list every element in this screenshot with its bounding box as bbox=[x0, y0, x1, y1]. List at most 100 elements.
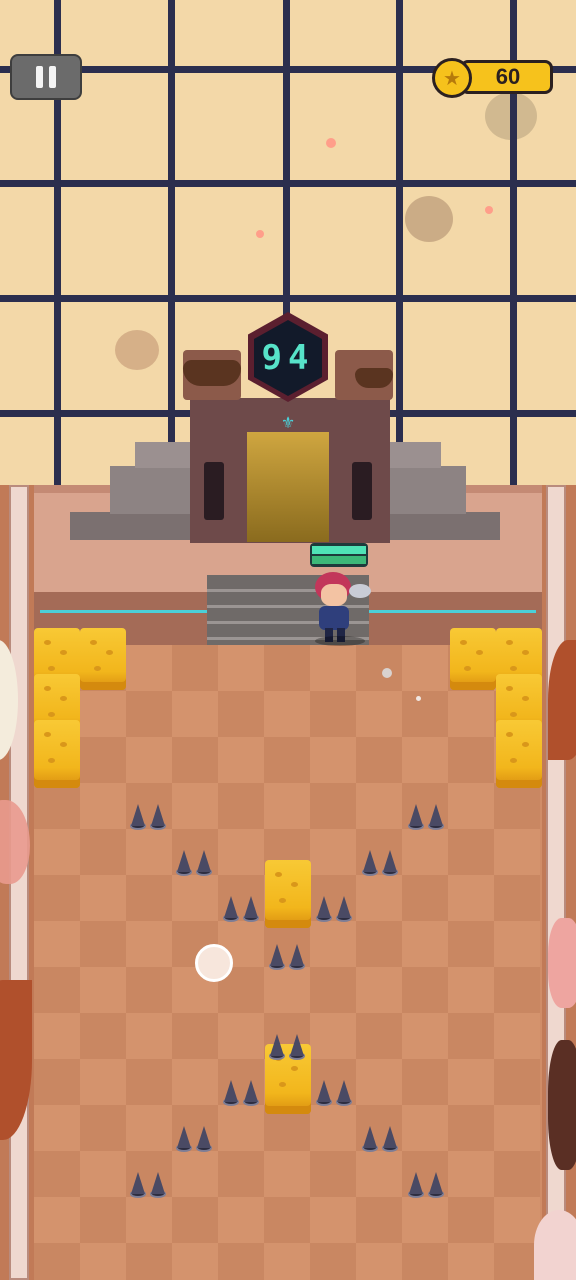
pause-button[interactable] bbox=[10, 54, 82, 100]
spike bbox=[429, 1172, 443, 1194]
floor-tile bbox=[126, 737, 172, 783]
spike bbox=[383, 850, 397, 872]
joystick-thumb[interactable] bbox=[195, 944, 233, 982]
spike bbox=[290, 944, 304, 966]
floor-tile bbox=[356, 921, 402, 967]
floor-tile bbox=[264, 1197, 310, 1243]
floor-tile bbox=[126, 921, 172, 967]
spike-trap bbox=[267, 1020, 307, 1060]
floor-tile bbox=[402, 829, 448, 875]
cheese-block bbox=[34, 720, 80, 788]
spark-decoration bbox=[485, 206, 493, 214]
spark-decoration bbox=[256, 230, 264, 238]
floor-tile bbox=[402, 967, 448, 1013]
floor-tile bbox=[402, 645, 448, 691]
spike bbox=[197, 1126, 211, 1148]
floor-tile bbox=[172, 1197, 218, 1243]
spike bbox=[224, 1080, 238, 1102]
spike-trap bbox=[128, 1158, 168, 1198]
cheese-block bbox=[80, 628, 126, 690]
floor-tile bbox=[80, 921, 126, 967]
spike bbox=[131, 1172, 145, 1194]
pause-icon bbox=[36, 66, 43, 88]
spike bbox=[244, 1080, 258, 1102]
spike bbox=[177, 1126, 191, 1148]
floor-tile bbox=[310, 1243, 356, 1280]
floor-tile bbox=[494, 1059, 540, 1105]
floor-tile bbox=[448, 1197, 494, 1243]
candy-decoration bbox=[548, 918, 576, 1008]
floor-tile bbox=[34, 875, 80, 921]
floor-tile bbox=[218, 1243, 264, 1280]
floor-tile bbox=[402, 1197, 448, 1243]
floor-tile bbox=[126, 829, 172, 875]
gate-window-left bbox=[204, 462, 224, 520]
chocolate-drip-right bbox=[355, 368, 393, 388]
pellet bbox=[382, 668, 392, 678]
floor-tile bbox=[356, 691, 402, 737]
floor-tile bbox=[448, 829, 494, 875]
floor-tile bbox=[126, 1105, 172, 1151]
floor-tile bbox=[218, 691, 264, 737]
floor-tile bbox=[218, 1105, 264, 1151]
floor-tile bbox=[80, 1059, 126, 1105]
floor-tile bbox=[80, 737, 126, 783]
spike bbox=[131, 804, 145, 826]
floor-tile bbox=[356, 1151, 402, 1197]
floor-tile bbox=[448, 737, 494, 783]
floor-tile bbox=[126, 645, 172, 691]
floor-tile bbox=[34, 1243, 80, 1280]
floor-tile bbox=[126, 1197, 172, 1243]
bubble-decoration bbox=[405, 196, 453, 242]
spike-trap bbox=[221, 1066, 261, 1106]
floor-tile bbox=[356, 737, 402, 783]
floor-tile bbox=[172, 737, 218, 783]
floor-tile bbox=[34, 1059, 80, 1105]
floor-tile bbox=[356, 783, 402, 829]
hero-face bbox=[321, 584, 347, 606]
floor-tile bbox=[264, 967, 310, 1013]
floor-tile bbox=[34, 1105, 80, 1151]
floor-tile bbox=[218, 1197, 264, 1243]
floor-tile bbox=[34, 967, 80, 1013]
floor-tile bbox=[448, 1013, 494, 1059]
floor-tile bbox=[310, 737, 356, 783]
spike bbox=[429, 804, 443, 826]
floor-tile bbox=[218, 1013, 264, 1059]
floor-tile bbox=[494, 967, 540, 1013]
cheese-block bbox=[450, 628, 496, 690]
floor-tile bbox=[356, 1059, 402, 1105]
floor-tile bbox=[402, 1013, 448, 1059]
floor-tile bbox=[310, 1105, 356, 1151]
floor-tile bbox=[172, 783, 218, 829]
floor-tile bbox=[172, 875, 218, 921]
floor-tile bbox=[34, 829, 80, 875]
floor-tile bbox=[402, 921, 448, 967]
player-character bbox=[305, 570, 373, 646]
drink-decoration bbox=[534, 1210, 576, 1280]
floor-tile bbox=[356, 967, 402, 1013]
floor-tile bbox=[218, 1151, 264, 1197]
floor-tile bbox=[356, 1197, 402, 1243]
hero-body bbox=[319, 606, 349, 630]
floor-tile bbox=[264, 783, 310, 829]
spike-trap bbox=[406, 1158, 446, 1198]
floor-tile bbox=[356, 1243, 402, 1280]
player-health-bar bbox=[310, 543, 368, 567]
pellet bbox=[416, 696, 421, 701]
floor-tile bbox=[80, 1197, 126, 1243]
floor-tile bbox=[448, 1059, 494, 1105]
floor-tile bbox=[126, 1013, 172, 1059]
level-number: 94 bbox=[261, 338, 315, 378]
floor-tile bbox=[356, 1013, 402, 1059]
floor-tile bbox=[126, 1059, 172, 1105]
floor-tile bbox=[264, 645, 310, 691]
spike bbox=[151, 804, 165, 826]
floor-tile bbox=[356, 875, 402, 921]
spike bbox=[317, 896, 331, 918]
floor-tile bbox=[80, 1243, 126, 1280]
floor-tile bbox=[310, 1013, 356, 1059]
cheese-block bbox=[265, 860, 311, 928]
health-fill bbox=[312, 556, 366, 564]
spike bbox=[409, 804, 423, 826]
